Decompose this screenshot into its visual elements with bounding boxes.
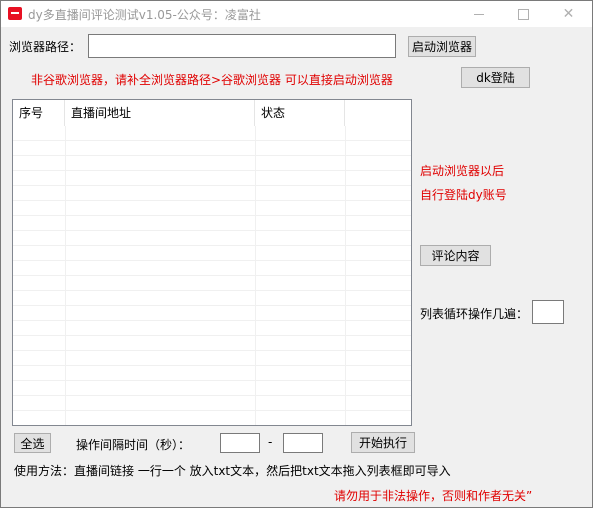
interval-max-input[interactable] xyxy=(283,433,323,453)
room-list-table[interactable]: 序号 直播间地址 状态 xyxy=(12,99,412,426)
column-header-index[interactable]: 序号 xyxy=(13,100,65,126)
table-row xyxy=(13,276,411,291)
column-divider xyxy=(345,126,346,425)
interval-dash: - xyxy=(268,435,273,449)
table-row xyxy=(13,381,411,396)
minimize-button[interactable] xyxy=(456,1,501,27)
table-row xyxy=(13,411,411,425)
comment-content-button[interactable]: 评论内容 xyxy=(420,245,491,266)
column-header-url[interactable]: 直播间地址 xyxy=(65,100,255,126)
column-header-status[interactable]: 状态 xyxy=(255,100,345,126)
launch-browser-button[interactable]: 启动浏览器 xyxy=(408,36,476,57)
interval-label: 操作间隔时间（秒）： xyxy=(76,438,191,452)
table-row xyxy=(13,141,411,156)
table-row xyxy=(13,156,411,171)
table-row xyxy=(13,171,411,186)
table-row xyxy=(13,186,411,201)
start-button[interactable]: 开始执行 xyxy=(351,432,415,453)
table-row xyxy=(13,306,411,321)
close-button[interactable]: ✕ xyxy=(546,1,591,27)
minimize-icon xyxy=(473,13,484,15)
column-divider xyxy=(255,126,256,425)
table-row xyxy=(13,201,411,216)
table-row xyxy=(13,246,411,261)
table-row xyxy=(13,366,411,381)
browser-path-label: 浏览器路径： xyxy=(9,40,82,54)
table-header: 序号 直播间地址 状态 xyxy=(13,100,411,126)
title-bar[interactable]: dy多直播间评论测试v1.05-公众号：凌富社 ✕ xyxy=(1,1,592,27)
interval-min-input[interactable] xyxy=(220,433,260,453)
login-hint-line2: 自行登陆dy账号 xyxy=(420,188,507,202)
window-title: dy多直播间评论测试v1.05-公众号：凌富社 xyxy=(28,8,261,22)
maximize-button[interactable] xyxy=(501,1,546,27)
loop-count-input[interactable] xyxy=(532,300,564,324)
legal-warning: 请勿用于非法操作，否则和作者无关” xyxy=(334,489,533,503)
table-row xyxy=(13,396,411,411)
column-divider xyxy=(65,126,66,425)
table-row xyxy=(13,126,411,141)
usage-instructions: 使用方法：直播间链接 一行一个 放入txt文本，然后把txt文本拖入列表框即可导… xyxy=(14,464,451,478)
table-row xyxy=(13,321,411,336)
loop-count-label: 列表循环操作几遍： xyxy=(420,307,529,321)
table-row xyxy=(13,351,411,366)
browser-path-input[interactable] xyxy=(88,34,396,58)
table-row xyxy=(13,336,411,351)
maximize-icon xyxy=(518,8,529,20)
login-hint-line1: 启动浏览器以后 xyxy=(420,164,505,178)
login-button[interactable]: dk登陆 xyxy=(461,67,530,88)
app-window: dy多直播间评论测试v1.05-公众号：凌富社 ✕ 浏览器路径： 启动浏览器 非… xyxy=(0,0,593,508)
table-row xyxy=(13,216,411,231)
table-row xyxy=(13,291,411,306)
table-row xyxy=(13,261,411,276)
browser-notice: 非谷歌浏览器，请补全浏览器路径>谷歌浏览器 可以直接启动浏览器 xyxy=(31,73,393,87)
select-all-button[interactable]: 全选 xyxy=(14,433,51,453)
table-row xyxy=(13,231,411,246)
app-icon xyxy=(8,7,22,20)
close-icon: ✕ xyxy=(562,6,575,22)
